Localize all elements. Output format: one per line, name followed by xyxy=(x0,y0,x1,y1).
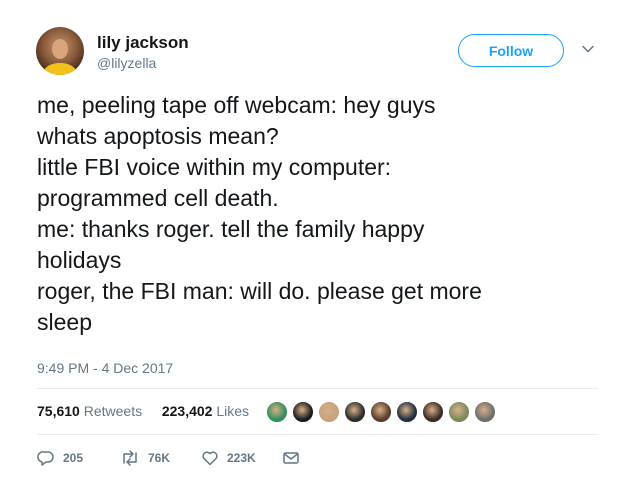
liker-avatar[interactable] xyxy=(292,401,314,423)
liker-avatar[interactable] xyxy=(344,401,366,423)
tweet-line: sleep xyxy=(37,309,92,335)
tweet-line: holidays xyxy=(37,247,122,273)
reply-button[interactable]: 205 xyxy=(37,449,83,467)
retweets-count[interactable]: 75,610 xyxy=(37,403,80,419)
divider xyxy=(37,388,598,389)
like-button[interactable]: 223K xyxy=(201,449,256,467)
reply-count: 205 xyxy=(63,451,84,465)
author-name[interactable]: lily jackson xyxy=(97,33,189,53)
tweet-line: little FBI voice within my computer: xyxy=(37,154,392,180)
follow-button[interactable]: Follow xyxy=(458,34,564,67)
liker-avatar[interactable] xyxy=(422,401,444,423)
likes-count[interactable]: 223,402 xyxy=(162,403,213,419)
direct-message-button[interactable] xyxy=(282,449,308,467)
tweet-timestamp[interactable]: 9:49 PM - 4 Dec 2017 xyxy=(37,360,173,376)
divider xyxy=(37,434,598,435)
tweet-line: programmed cell death. xyxy=(37,185,279,211)
engagement-stats: 75,610 Retweets 223,402 Likes xyxy=(37,403,249,419)
retweet-button[interactable]: 76K xyxy=(120,449,170,467)
tweet-line: me: thanks roger. tell the family happy xyxy=(37,216,425,242)
retweet-count: 76K xyxy=(148,451,171,465)
liker-avatar[interactable] xyxy=(448,401,470,423)
retweet-icon xyxy=(123,450,137,466)
tweet-line: whats apoptosis mean? xyxy=(37,123,279,149)
liker-avatar[interactable] xyxy=(318,401,340,423)
heart-icon xyxy=(202,451,218,466)
envelope-icon xyxy=(283,452,299,464)
liker-avatar[interactable] xyxy=(266,401,288,423)
liker-avatar[interactable] xyxy=(396,401,418,423)
like-count: 223K xyxy=(227,451,256,465)
avatar-face xyxy=(52,39,68,59)
reply-icon xyxy=(37,451,54,466)
author-handle[interactable]: @lilyzella xyxy=(97,55,156,71)
author-avatar[interactable] xyxy=(36,27,84,75)
retweets-label[interactable]: Retweets xyxy=(84,403,142,419)
chevron-down-icon[interactable] xyxy=(581,42,595,56)
liker-avatar[interactable] xyxy=(370,401,392,423)
avatar-shirt xyxy=(44,63,76,75)
liker-avatar[interactable] xyxy=(474,401,496,423)
tweet-line: me, peeling tape off webcam: hey guys xyxy=(37,92,436,118)
likes-label[interactable]: Likes xyxy=(216,403,249,419)
tweet-text: me, peeling tape off webcam: hey guys wh… xyxy=(37,90,597,338)
tweet: lily jackson @lilyzella Follow me, peeli… xyxy=(0,0,634,487)
tweet-line: roger, the FBI man: will do. please get … xyxy=(37,278,482,304)
